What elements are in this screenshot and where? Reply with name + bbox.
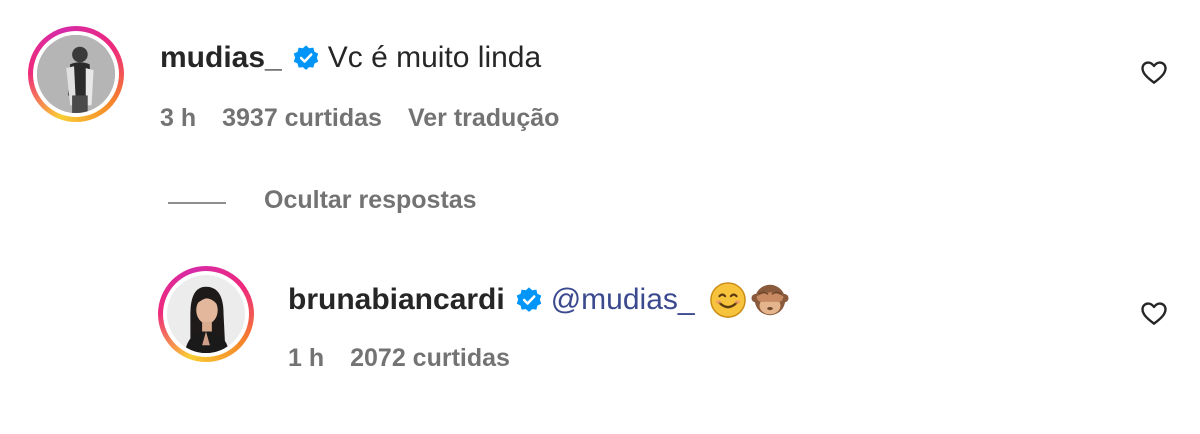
comment-username[interactable]: mudias_: [160, 41, 282, 75]
comments-panel: mudias_ Vc é muito linda 3 h 3937 curtid…: [0, 0, 1200, 434]
smiling-face-emoji-icon: [709, 282, 746, 318]
comment-text: Vc é muito linda: [327, 41, 542, 74]
like-heart-icon[interactable]: [1139, 298, 1169, 328]
hide-replies-button[interactable]: Ocultar respostas: [264, 186, 477, 215]
reply-meta: 1 h 2072 curtidas: [288, 342, 510, 374]
reply-username[interactable]: brunabiancardi: [288, 283, 505, 317]
like-heart-icon[interactable]: [1139, 57, 1169, 87]
comment-time[interactable]: 3 h: [160, 104, 196, 133]
avatar-photo: [167, 275, 245, 353]
reply-time[interactable]: 1 h: [288, 344, 324, 373]
replies-divider-line: [168, 202, 226, 204]
see-no-evil-monkey-emoji-icon: [751, 284, 789, 316]
reply-likes[interactable]: 2072 curtidas: [350, 344, 510, 373]
avatar-frame: [33, 31, 119, 117]
avatar-mudias[interactable]: [28, 26, 124, 122]
avatar-photo: [37, 35, 115, 113]
comment-likes[interactable]: 3937 curtidas: [222, 104, 382, 133]
avatar-brunabiancardi[interactable]: [158, 266, 254, 362]
translate-link[interactable]: Ver tradução: [408, 104, 559, 133]
avatar-frame: [163, 271, 249, 357]
verified-badge-icon: [293, 45, 318, 70]
reply-header: brunabiancardi @mudias_: [288, 280, 789, 320]
verified-badge-icon: [516, 287, 541, 312]
comment-header: mudias_ Vc é muito linda: [160, 38, 541, 78]
comment-meta: 3 h 3937 curtidas Ver tradução: [160, 102, 559, 134]
reply-mention-link[interactable]: @mudias_: [551, 283, 695, 317]
